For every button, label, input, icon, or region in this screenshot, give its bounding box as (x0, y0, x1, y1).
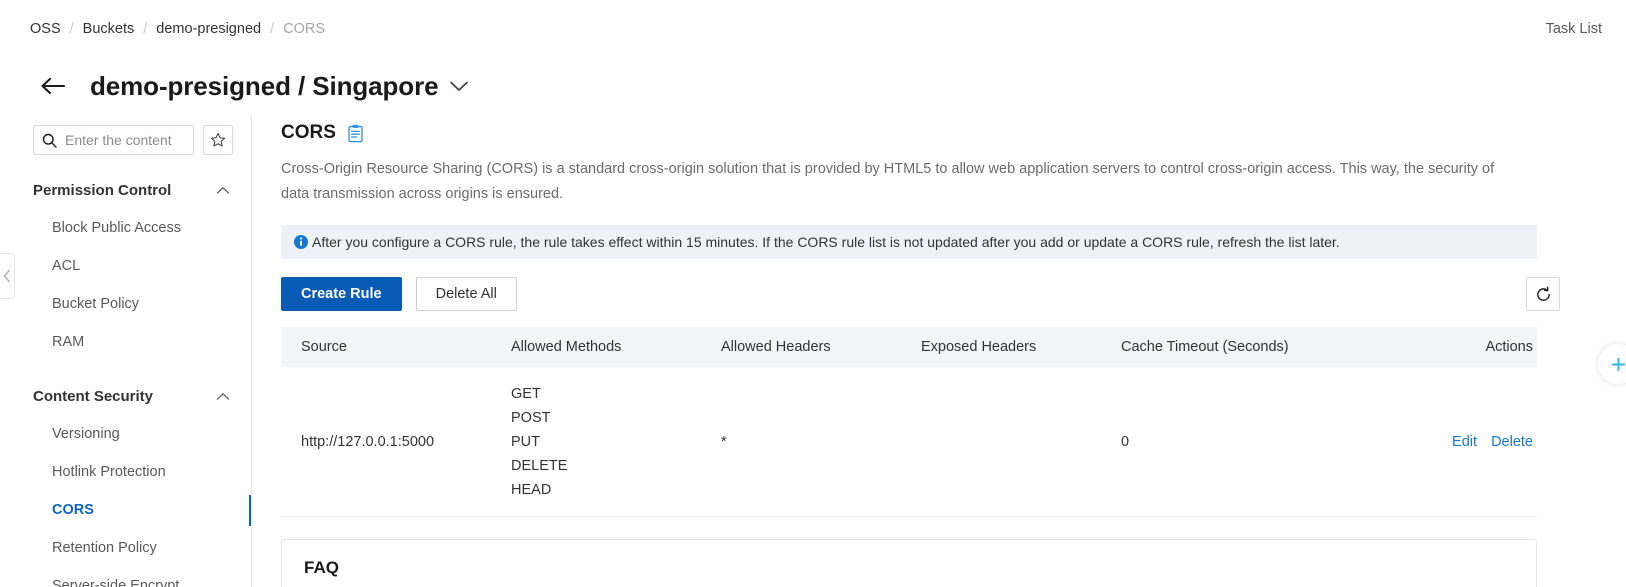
cell-allowed-methods: GET POST PUT DELETE HEAD (511, 382, 721, 502)
breadcrumb-item-oss[interactable]: OSS (30, 21, 61, 37)
cell-allowed-headers: * (721, 433, 727, 450)
task-list-button[interactable]: Task List (1546, 21, 1602, 37)
breadcrumb-item-buckets[interactable]: Buckets (83, 21, 135, 37)
sidebar-item-label: ACL (52, 258, 81, 274)
create-rule-button[interactable]: Create Rule (281, 277, 402, 311)
info-banner-text: After you configure a CORS rule, the rul… (312, 234, 1340, 250)
sidebar-item-acl[interactable]: ACL (0, 247, 251, 285)
section-title: CORS (281, 122, 336, 143)
breadcrumb-separator: / (69, 21, 74, 37)
method-item: PUT (511, 433, 540, 450)
method-item: GET (511, 385, 541, 402)
sidebar-item-label: RAM (52, 334, 85, 350)
sidebar-group-permission-control[interactable]: Permission Control (0, 171, 251, 209)
delete-link[interactable]: Delete (1491, 434, 1533, 450)
breadcrumb-bar: OSS / Buckets / demo-presigned / CORS Ta… (0, 0, 1626, 58)
sidebar-item-label: Block Public Access (52, 220, 181, 236)
breadcrumb-item-bucket[interactable]: demo-presigned (156, 21, 261, 37)
sidebar-item-label: Retention Policy (52, 540, 157, 556)
chevron-up-icon[interactable] (216, 392, 230, 401)
chevron-up-icon[interactable] (216, 186, 230, 195)
sidebar-item-versioning[interactable]: Versioning (0, 415, 251, 453)
cors-rules-table: Source Allowed Methods Allowed Headers E… (281, 327, 1537, 517)
method-item: POST (511, 409, 551, 426)
table-row: http://127.0.0.1:5000 GET POST PUT DELET… (281, 367, 1537, 517)
sidebar-item-cors[interactable]: CORS (0, 491, 251, 529)
arrow-left-icon[interactable] (36, 69, 70, 103)
sidebar: Permission Control Block Public Access A… (0, 114, 252, 587)
section-description: Cross-Origin Resource Sharing (CORS) is … (281, 161, 1495, 202)
sidebar-item-label: Versioning (52, 426, 120, 442)
delete-all-button[interactable]: Delete All (415, 277, 517, 311)
main-content: CORS Cross-Origin Resource Sharing (CORS… (252, 114, 1626, 587)
info-icon (293, 234, 309, 250)
method-item: HEAD (511, 481, 552, 498)
sidebar-item-hotlink-protection[interactable]: Hotlink Protection (0, 453, 251, 491)
sidebar-item-ram[interactable]: RAM (0, 323, 251, 361)
star-icon[interactable] (203, 125, 233, 155)
page-header: demo-presigned / Singapore (0, 58, 1626, 114)
cell-cache-timeout: 0 (1121, 433, 1130, 450)
section-header: CORS (281, 122, 1560, 144)
sidebar-item-label: Hotlink Protection (52, 464, 166, 480)
search-input[interactable] (63, 131, 181, 149)
column-header-source: Source (301, 339, 347, 355)
search-icon (42, 133, 57, 148)
search-box[interactable] (33, 125, 194, 155)
sidebar-collapse-handle[interactable] (0, 253, 15, 299)
breadcrumb-separator: / (270, 21, 275, 37)
breadcrumb-item-cors: CORS (283, 21, 326, 37)
column-header-allowed-headers: Allowed Headers (721, 339, 831, 355)
toolbar: Create Rule Delete All (281, 277, 1560, 311)
sidebar-item-bucket-policy[interactable]: Bucket Policy (0, 285, 251, 323)
breadcrumb-separator: / (143, 21, 148, 37)
document-icon[interactable] (347, 124, 364, 143)
breadcrumb: OSS / Buckets / demo-presigned / CORS (30, 21, 325, 37)
sidebar-item-retention-policy[interactable]: Retention Policy (0, 529, 251, 567)
sidebar-group-content-security[interactable]: Content Security (0, 377, 251, 415)
column-header-cache-timeout: Cache Timeout (Seconds) (1121, 339, 1289, 355)
column-header-allowed-methods: Allowed Methods (511, 339, 622, 355)
edit-link[interactable]: Edit (1452, 434, 1477, 450)
sidebar-group-label: Permission Control (33, 181, 172, 199)
chevron-down-icon[interactable] (449, 80, 469, 93)
sidebar-group-label: Content Security (33, 387, 154, 405)
faq-title: FAQ (304, 558, 339, 577)
sidebar-item-label: Server-side Encrypt (52, 578, 180, 587)
table-header-row: Source Allowed Methods Allowed Headers E… (281, 327, 1537, 367)
sidebar-item-label: Bucket Policy (52, 296, 140, 312)
cell-actions: Edit Delete (1361, 434, 1537, 450)
sidebar-search-row (0, 114, 251, 155)
column-header-actions: Actions (1485, 339, 1533, 355)
sidebar-item-label: CORS (52, 502, 94, 518)
page-title: demo-presigned / Singapore (90, 70, 439, 101)
cell-source: http://127.0.0.1:5000 (301, 433, 435, 450)
allowed-methods-list: GET POST PUT DELETE HEAD (511, 382, 721, 502)
column-header-exposed-headers: Exposed Headers (921, 339, 1037, 355)
refresh-icon[interactable] (1526, 277, 1560, 311)
info-banner: After you configure a CORS rule, the rul… (281, 225, 1537, 259)
sidebar-item-server-side-encryption[interactable]: Server-side Encrypt (0, 567, 251, 587)
faq-panel: FAQ (281, 539, 1537, 587)
method-item: DELETE (511, 457, 568, 474)
sidebar-item-block-public-access[interactable]: Block Public Access (0, 209, 251, 247)
